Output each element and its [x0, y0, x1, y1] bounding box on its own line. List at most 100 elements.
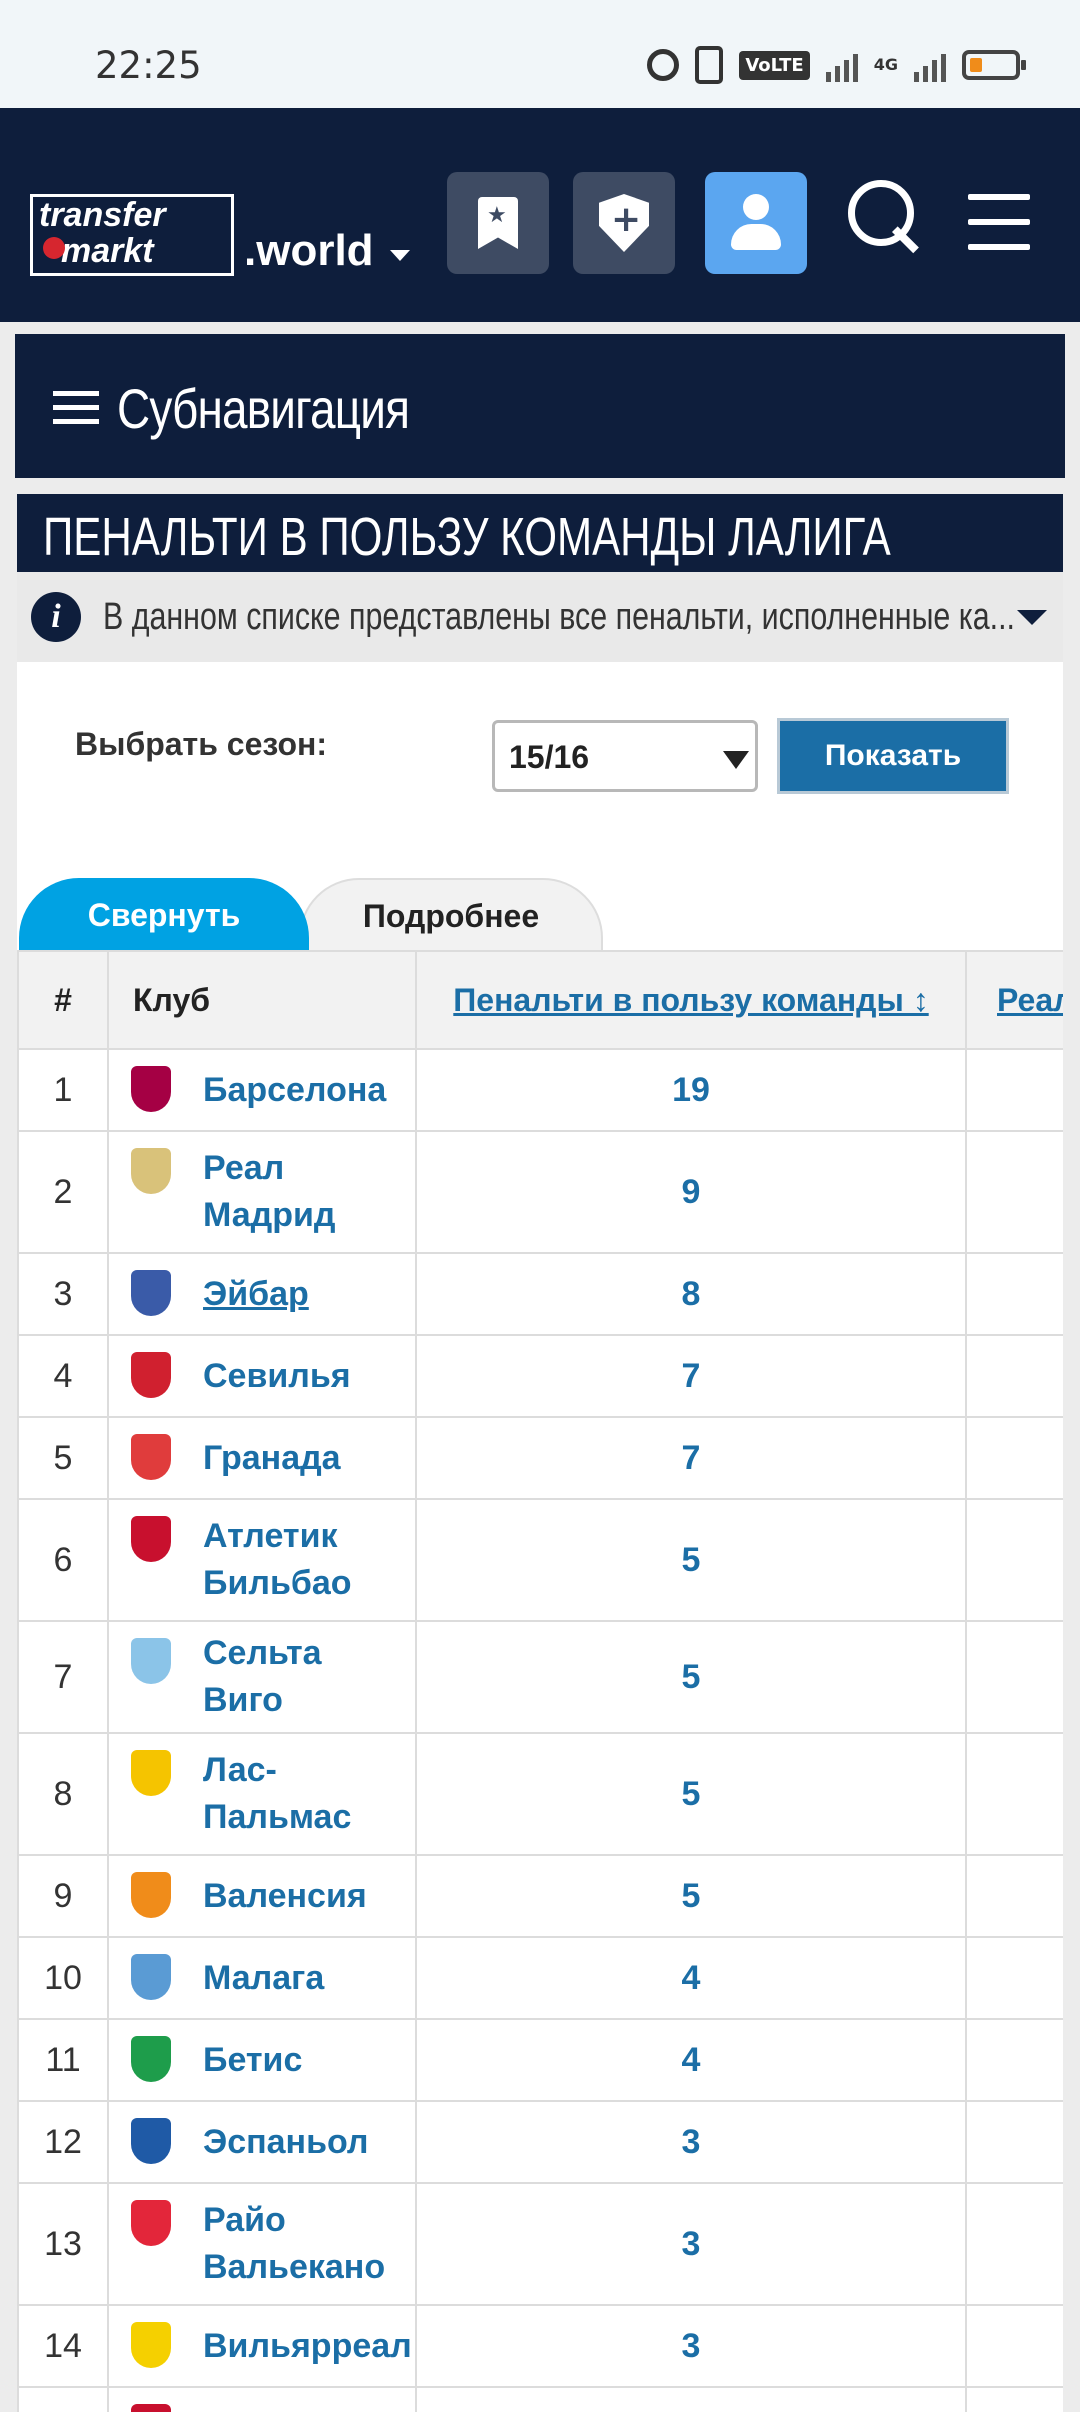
club-crest-icon[interactable] — [131, 1066, 171, 1112]
header-num: # — [17, 950, 109, 1050]
rank-cell: 1 — [17, 1048, 109, 1132]
penalties-cell[interactable]: 5 — [415, 1732, 967, 1856]
signal-icon — [914, 48, 946, 82]
club-crest-icon[interactable] — [131, 2200, 171, 2246]
profile-button[interactable] — [705, 172, 807, 274]
search-icon[interactable] — [848, 180, 918, 264]
rank-cell: 12 — [17, 2100, 109, 2184]
club-cell: Атлетико — [107, 2386, 417, 2412]
rank-cell: 10 — [17, 1936, 109, 2020]
club-crest-icon[interactable] — [131, 2404, 171, 2412]
club-link[interactable]: Эйбар — [203, 1271, 409, 1318]
club-cell: Валенсия — [107, 1854, 417, 1938]
table-row: 13 Райо Вальекано 3 — [17, 2182, 1063, 2306]
rank-cell: 7 — [17, 1620, 109, 1734]
penalties-cell[interactable]: 5 — [415, 1498, 967, 1622]
rank-cell: 8 — [17, 1732, 109, 1856]
penalties-cell[interactable]: 5 — [415, 1854, 967, 1938]
header-penalties[interactable]: Пенальти в пользу команды ↕ — [415, 950, 967, 1050]
club-crest-icon[interactable] — [131, 1750, 171, 1796]
chevron-down-icon[interactable] — [390, 250, 410, 261]
season-value: 15/16 — [509, 739, 590, 775]
table-row: 12 Эспаньол 3 — [17, 2100, 1063, 2184]
club-link[interactable]: Реал Мадрид — [203, 1145, 409, 1239]
club-link[interactable]: Малага — [203, 1955, 409, 2002]
club-link[interactable]: Атлетик Бильбао — [203, 1513, 409, 1607]
club-link[interactable]: Лас-Пальмас — [203, 1747, 409, 1841]
penalties-cell[interactable] — [415, 2386, 967, 2412]
info-bar[interactable]: i В данном списке представлены все пенал… — [17, 572, 1063, 662]
club-link[interactable]: Сельта Виго — [203, 1630, 409, 1724]
show-button[interactable]: Показать — [777, 718, 1009, 794]
penalties-cell[interactable]: 3 — [415, 2182, 967, 2306]
club-crest-icon[interactable] — [131, 1954, 171, 2000]
penalties-cell[interactable]: 5 — [415, 1620, 967, 1734]
realized-cell — [965, 1732, 1063, 1856]
status-time: 22:25 — [95, 44, 202, 87]
club-crest-icon[interactable] — [131, 1872, 171, 1918]
table-row: 4 Севилья 7 — [17, 1334, 1063, 1418]
penalties-cell[interactable]: 4 — [415, 1936, 967, 2020]
club-link[interactable]: Гранада — [203, 1435, 409, 1482]
table-row: 3 Эйбар 8 — [17, 1252, 1063, 1336]
penalties-cell[interactable]: 7 — [415, 1334, 967, 1418]
table-header-row: # Клуб Пенальти в пользу команды ↕ Реал — [17, 950, 1063, 1050]
club-link[interactable]: Севилья — [203, 1353, 409, 1400]
club-link[interactable]: Атлетико — [203, 2405, 409, 2412]
transfermarkt-logo[interactable]: transfer markt — [30, 194, 234, 276]
my-club-button[interactable] — [573, 172, 675, 274]
club-crest-icon[interactable] — [131, 1352, 171, 1398]
rank-cell: 6 — [17, 1498, 109, 1622]
club-link[interactable]: Барселона — [203, 1067, 409, 1114]
header-realized[interactable]: Реал — [965, 950, 1063, 1050]
club-crest-icon[interactable] — [131, 1638, 171, 1684]
tab-collapse[interactable]: Свернуть — [19, 878, 309, 950]
page-title: ПЕНАЛЬТИ В ПОЛЬЗУ КОМАНДЫ ЛАЛИГА — [43, 507, 891, 567]
realized-cell — [965, 2100, 1063, 2184]
club-cell: Райо Вальекано — [107, 2182, 417, 2306]
sort-penalties-link[interactable]: Пенальти в пользу команды ↕ — [453, 982, 928, 1018]
club-link[interactable]: Райо Вальекано — [203, 2197, 409, 2291]
season-select[interactable]: 15/16 — [492, 720, 758, 792]
volte-icon: VoLTE — [739, 50, 810, 80]
penalties-cell[interactable]: 3 — [415, 2100, 967, 2184]
status-icons: VoLTE 4G — [647, 46, 1026, 84]
subnavigation-bar[interactable]: Субнавигация — [15, 334, 1065, 478]
club-link[interactable]: Эспаньол — [203, 2119, 409, 2166]
header-club: Клуб — [107, 950, 417, 1050]
club-crest-icon[interactable] — [131, 2322, 171, 2368]
info-text: В данном списке представлены все пенальт… — [103, 596, 1015, 638]
club-link[interactable]: Вильярреал — [203, 2323, 412, 2370]
club-crest-icon[interactable] — [131, 2036, 171, 2082]
club-crest-icon[interactable] — [131, 1516, 171, 1562]
table-row: 10 Малага 4 — [17, 1936, 1063, 2020]
penalties-cell[interactable]: 3 — [415, 2304, 967, 2388]
chevron-down-icon[interactable] — [1017, 610, 1047, 625]
domain-selector[interactable]: .world — [244, 226, 374, 276]
rank-cell — [17, 2386, 109, 2412]
tab-more[interactable]: Подробнее — [299, 878, 603, 950]
club-crest-icon[interactable] — [131, 1434, 171, 1480]
club-link[interactable]: Бетис — [203, 2037, 409, 2084]
penalties-cell[interactable]: 8 — [415, 1252, 967, 1336]
club-crest-icon[interactable] — [131, 2118, 171, 2164]
realized-cell — [965, 2018, 1063, 2102]
realized-cell — [965, 1854, 1063, 1938]
club-link[interactable]: Валенсия — [203, 1873, 409, 1920]
club-crest-icon[interactable] — [131, 1270, 171, 1316]
penalties-cell[interactable]: 19 — [415, 1048, 967, 1132]
table-body: 1 Барселона 19 2 Реал Мадрид 9 3 Эйбар 8 4 Севилья… — [17, 1048, 1063, 2412]
bookmarks-button[interactable] — [447, 172, 549, 274]
club-crest-icon[interactable] — [131, 1148, 171, 1194]
rank-cell: 5 — [17, 1416, 109, 1500]
menu-icon[interactable] — [968, 194, 1030, 252]
penalties-cell[interactable]: 4 — [415, 2018, 967, 2102]
realized-cell — [965, 1498, 1063, 1622]
battery-icon — [962, 50, 1026, 80]
info-icon: i — [31, 592, 81, 642]
realized-cell — [965, 1416, 1063, 1500]
site-header: transfer markt .world — [0, 108, 1080, 322]
penalties-cell[interactable]: 7 — [415, 1416, 967, 1500]
penalties-cell[interactable]: 9 — [415, 1130, 967, 1254]
sort-realized-link[interactable]: Реал — [997, 982, 1063, 1018]
